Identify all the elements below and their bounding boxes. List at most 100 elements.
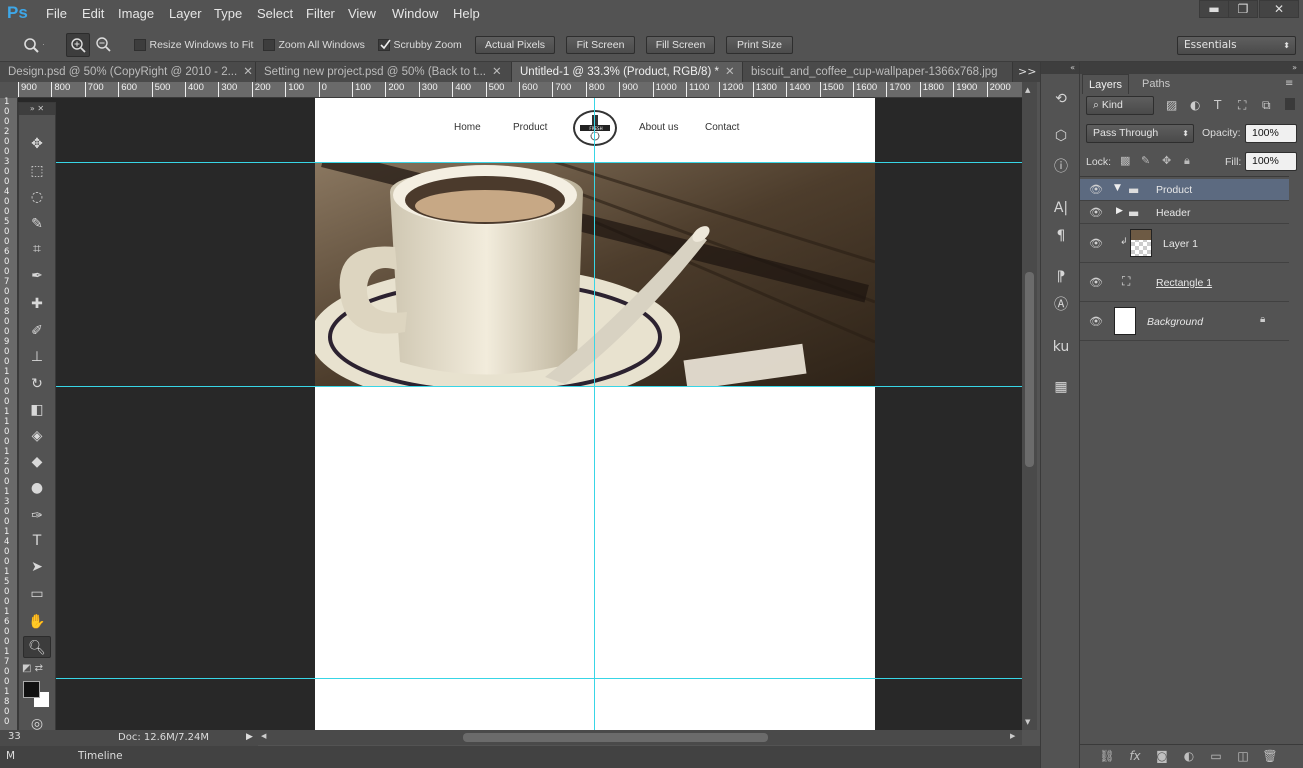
menu-layer[interactable]: Layer xyxy=(169,6,202,21)
filter-toggle-icon[interactable] xyxy=(1285,98,1295,110)
menu-select[interactable]: Select xyxy=(257,6,293,21)
print-size-button[interactable]: Print Size xyxy=(726,36,793,54)
tools-collapse-icon[interactable]: » ✕ xyxy=(19,103,55,115)
3d-panel-icon[interactable]: ⬡ xyxy=(1049,125,1073,147)
guide-horizontal-2[interactable] xyxy=(18,386,1022,387)
paragraph-panel-icon[interactable]: ¶ xyxy=(1049,225,1073,247)
kuler-panel-icon[interactable]: ku xyxy=(1049,336,1073,358)
vertical-scrollbar[interactable]: ▲ ▼ xyxy=(1022,82,1037,730)
resize-windows-checkbox[interactable]: Resize Windows to Fit xyxy=(134,38,253,51)
lock-all-icon[interactable]: 🔒︎ xyxy=(1184,154,1190,168)
guide-horizontal-3[interactable] xyxy=(18,678,1022,679)
canvas-area[interactable]: Home Product FRESH COFFEE About us Conta… xyxy=(18,98,1022,730)
marquee-tool-icon[interactable]: ⬚ xyxy=(23,160,51,182)
guide-horizontal-1[interactable] xyxy=(18,162,1022,163)
adjustment-layer-icon[interactable]: ◐ xyxy=(1180,749,1198,765)
blend-mode-select[interactable]: Pass Through ⬍ xyxy=(1086,124,1194,143)
delete-layer-icon[interactable]: 🗑︎ xyxy=(1261,749,1279,765)
menu-filter[interactable]: Filter xyxy=(306,6,335,21)
fx-icon[interactable]: fx xyxy=(1126,749,1144,765)
menu-image[interactable]: Image xyxy=(118,6,154,21)
horizontal-scrollbar[interactable]: ◀ ▶ xyxy=(258,730,1022,745)
menu-window[interactable]: Window xyxy=(392,6,438,21)
history-brush-tool-icon[interactable]: ↻ xyxy=(23,373,51,395)
paint-bucket-tool-icon[interactable]: ◈ xyxy=(23,425,51,447)
fill-screen-button[interactable]: Fill Screen xyxy=(646,36,715,54)
tab-untitled-1[interactable]: Untitled-1 @ 33.3% (Product, RGB/8) * ✕ xyxy=(512,62,743,82)
scroll-left-icon[interactable]: ◀ xyxy=(261,732,266,740)
eraser-tool-icon[interactable]: ◧ xyxy=(23,399,51,421)
close-icon[interactable]: ✕ xyxy=(492,66,502,78)
horizontal-scroll-thumb[interactable] xyxy=(463,733,768,742)
collapse-panels-icon[interactable]: « xyxy=(1041,62,1079,74)
move-tool-icon[interactable]: ✥ xyxy=(23,133,51,155)
visibility-eye-icon[interactable]: 👁︎ xyxy=(1089,237,1103,251)
visibility-eye-icon[interactable]: 👁︎ xyxy=(1089,183,1103,197)
character-panel-icon[interactable]: A| xyxy=(1049,197,1073,219)
scroll-right-icon[interactable]: ▶ xyxy=(1010,732,1015,740)
layer-row-layer-1[interactable]: 👁︎ ↲ Layer 1 xyxy=(1080,225,1289,263)
kind-filter-select[interactable]: ⌕ Kind xyxy=(1086,96,1154,115)
fill-input[interactable]: 100% xyxy=(1245,152,1297,171)
document-canvas[interactable]: Home Product FRESH COFFEE About us Conta… xyxy=(315,98,875,730)
status-menu-icon[interactable]: ▶ xyxy=(246,732,253,742)
filter-adjustment-icon[interactable]: ◐ xyxy=(1190,98,1200,112)
menu-type[interactable]: Type xyxy=(214,6,242,21)
pen-tool-icon[interactable]: ✑ xyxy=(23,505,51,527)
restore-button[interactable]: ❐ xyxy=(1228,0,1258,18)
guide-vertical[interactable] xyxy=(594,98,595,730)
scroll-up-icon[interactable]: ▲ xyxy=(1025,86,1030,94)
workspace-select[interactable]: Essentials ⬍ xyxy=(1177,36,1296,55)
tab-paths[interactable]: Paths xyxy=(1136,74,1176,94)
filter-shape-icon[interactable]: ⛶ xyxy=(1238,98,1246,113)
swatches-panel-icon[interactable]: ▦ xyxy=(1049,376,1073,398)
tab-timeline[interactable]: Timeline xyxy=(78,750,123,762)
scroll-down-icon[interactable]: ▼ xyxy=(1025,718,1030,726)
lock-transparent-icon[interactable]: ▩ xyxy=(1120,154,1130,167)
menu-help[interactable]: Help xyxy=(453,6,480,21)
visibility-eye-icon[interactable]: 👁︎ xyxy=(1089,315,1103,329)
visibility-eye-icon[interactable]: 👁︎ xyxy=(1089,206,1103,220)
path-selection-tool-icon[interactable]: ➤ xyxy=(23,556,51,578)
tab-setting-new-project[interactable]: Setting new project.psd @ 50% (Back to t… xyxy=(256,62,512,82)
lock-image-icon[interactable]: ✎ xyxy=(1141,154,1150,167)
layer-row-header[interactable]: 👁︎ ▶ ▬ Header xyxy=(1080,202,1289,224)
scrubby-zoom-checkbox[interactable]: Scrubby Zoom xyxy=(378,38,462,51)
menu-edit[interactable]: Edit xyxy=(82,6,104,21)
panel-menu-icon[interactable]: ≡ xyxy=(1285,78,1293,89)
opacity-input[interactable]: 100% xyxy=(1245,124,1297,143)
layer-row-rectangle-1[interactable]: 👁︎ ⛶ Rectangle 1 xyxy=(1080,264,1289,302)
filter-smart-object-icon[interactable]: ⧉ xyxy=(1262,98,1271,113)
filter-pixel-icon[interactable]: ▨ xyxy=(1166,98,1177,112)
history-panel-icon[interactable]: ⟲ xyxy=(1049,88,1073,110)
foreground-color-swatch[interactable] xyxy=(23,681,40,698)
fit-screen-button[interactable]: Fit Screen xyxy=(566,36,635,54)
lasso-tool-icon[interactable]: ◌ xyxy=(23,186,51,208)
clone-stamp-tool-icon[interactable]: ⊥ xyxy=(23,346,51,368)
blur-tool-icon[interactable]: ◆ xyxy=(23,451,51,473)
tab-biscuit-wallpaper[interactable]: biscuit_and_coffee_cup-wallpaper-1366x76… xyxy=(743,62,1013,82)
zoom-in-icon[interactable] xyxy=(66,33,90,57)
tab-overflow-icon[interactable]: >> xyxy=(1018,65,1036,78)
vertical-scroll-thumb[interactable] xyxy=(1025,272,1034,467)
quick-selection-tool-icon[interactable]: ✎ xyxy=(23,213,51,235)
default-colors-icon[interactable]: ◩ ⇄ xyxy=(22,663,43,674)
brush-tool-icon[interactable]: ✐ xyxy=(23,320,51,342)
zoom-all-windows-checkbox[interactable]: Zoom All Windows xyxy=(263,38,365,51)
rectangle-tool-icon[interactable]: ▭ xyxy=(23,583,51,605)
info-panel-icon[interactable]: ⓘ xyxy=(1049,156,1073,178)
hand-tool-icon[interactable]: ✋ xyxy=(23,611,51,633)
new-group-icon[interactable]: ▭ xyxy=(1207,749,1225,765)
character-styles-icon[interactable]: Ⓐ xyxy=(1049,294,1073,316)
minimize-button[interactable]: ▬ xyxy=(1199,0,1229,18)
tab-design-psd[interactable]: Design.psd @ 50% (CopyRight @ 2010 - 2..… xyxy=(0,62,256,82)
paragraph-styles-icon[interactable]: ⁋ xyxy=(1049,266,1073,288)
actual-pixels-button[interactable]: Actual Pixels xyxy=(475,36,555,54)
add-mask-icon[interactable]: ◙ xyxy=(1153,749,1171,765)
crop-tool-icon[interactable]: ⌗ xyxy=(23,238,51,260)
type-tool-icon[interactable]: T xyxy=(23,530,51,552)
zoom-tool-preset-icon[interactable] xyxy=(20,35,49,55)
healing-brush-tool-icon[interactable]: ✚ xyxy=(23,293,51,315)
zoom-level[interactable]: 33 xyxy=(8,731,21,742)
layer-row-product[interactable]: 👁︎ ▼ ▬ Product xyxy=(1080,179,1289,201)
